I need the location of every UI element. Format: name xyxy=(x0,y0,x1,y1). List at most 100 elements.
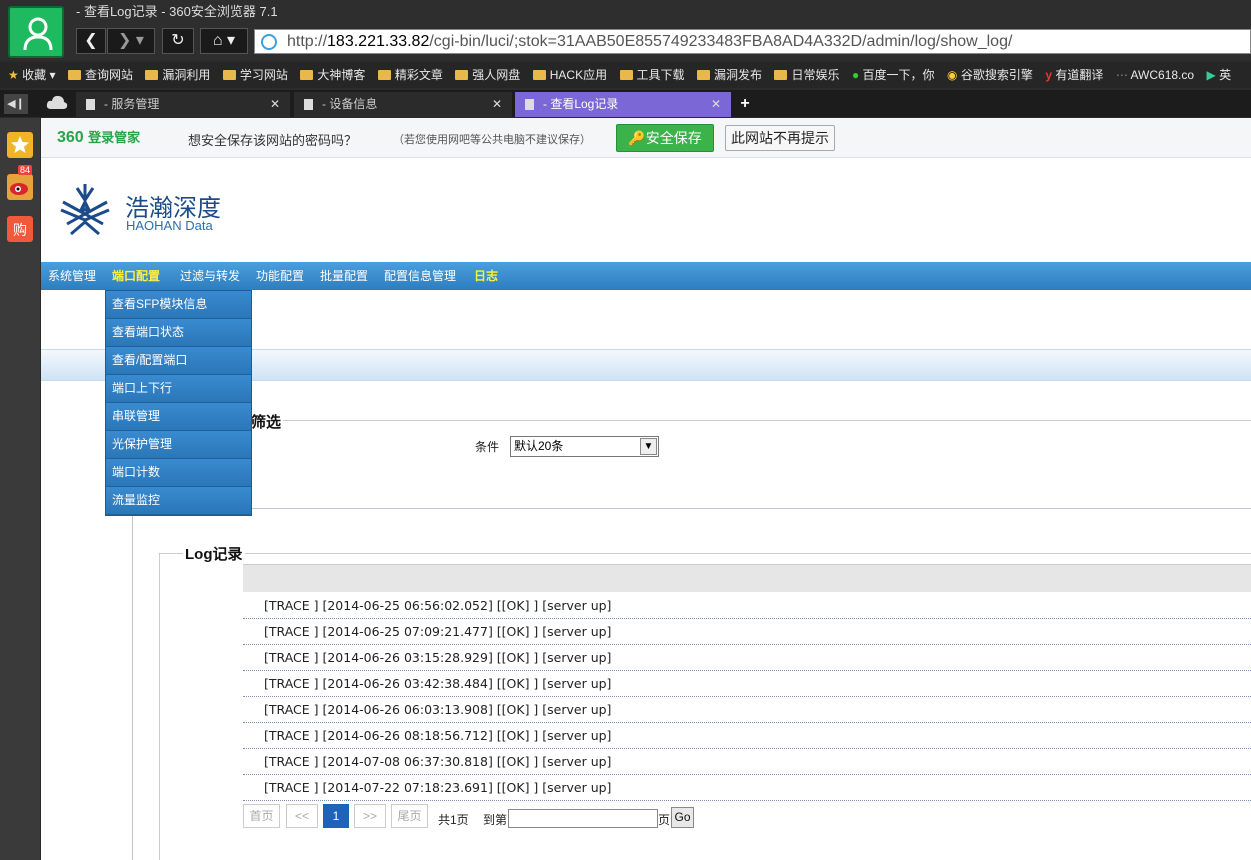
address-bar[interactable]: http://183.221.33.82/cgi-bin/luci/;stok=… xyxy=(254,29,1251,54)
folder-icon xyxy=(377,70,391,80)
filter-legend: 筛选 xyxy=(249,411,284,432)
next-page-button[interactable]: >> xyxy=(354,804,386,828)
bookmark-youdao[interactable]: y 有道翻译 xyxy=(1045,62,1103,88)
last-page-button[interactable]: 尾页 xyxy=(391,804,428,828)
tab-device-info[interactable]: - 设备信息 ✕ xyxy=(294,92,512,117)
star-icon: ★ xyxy=(8,68,19,82)
menu-function-config[interactable]: 功能配置 xyxy=(256,262,304,290)
bookmark-folder[interactable]: 大神博客 xyxy=(300,62,365,88)
close-tab-icon[interactable]: ✕ xyxy=(270,92,280,117)
document-icon xyxy=(525,99,534,110)
log-table-header xyxy=(243,564,1251,592)
bookmark-favorites[interactable]: ★ 收藏 ▾ xyxy=(8,62,55,88)
log-row: [TRACE ] [2014-06-26 03:42:38.484] [[OK]… xyxy=(243,671,1251,697)
haohan-logo-icon xyxy=(57,180,113,243)
bookmarks-bar: ★ 收藏 ▾ 查询网站 漏洞利用 学习网站 大神博客 精彩文章 强人网盘 HAC… xyxy=(0,62,1251,88)
dropdown-item-optical[interactable]: 光保护管理 xyxy=(106,431,251,459)
bookmark-folder[interactable]: 工具下载 xyxy=(619,62,685,88)
first-page-button[interactable]: 首页 xyxy=(243,804,280,828)
bookmark-folder[interactable]: 强人网盘 xyxy=(455,62,520,88)
user-avatar-icon[interactable] xyxy=(8,6,64,58)
dropdown-item-traffic[interactable]: 流量监控 xyxy=(106,487,251,515)
new-tab-button[interactable]: + xyxy=(734,92,756,117)
forward-button[interactable]: ❯ ▾ xyxy=(107,28,155,54)
log-row: [TRACE ] [2014-07-22 07:18:23.691] [[OK]… xyxy=(243,775,1251,801)
home-button[interactable]: ⌂ ▾ xyxy=(200,28,248,54)
goto-unit: 页 xyxy=(658,813,671,827)
plus-icon: + xyxy=(740,95,750,112)
bookmark-awc[interactable]: ⋯ AWC618.co xyxy=(1116,62,1194,88)
play-icon: ▶ xyxy=(1206,68,1216,82)
login-manager-brand: 360 登录管家 xyxy=(57,129,141,146)
never-remind-button[interactable]: 此网站不再提示 xyxy=(725,125,835,151)
bookmark-folder[interactable]: 漏洞发布 xyxy=(697,62,762,88)
dropdown-item-serial[interactable]: 串联管理 xyxy=(106,403,251,431)
folder-icon xyxy=(697,70,711,80)
goto-page-input[interactable] xyxy=(508,809,658,828)
prev-page-button[interactable]: << xyxy=(286,804,318,828)
browser-sidebar: 84 购 xyxy=(0,118,40,860)
bookmark-folder[interactable]: 学习网站 xyxy=(222,62,288,88)
menu-log[interactable]: 日志 xyxy=(474,262,498,290)
back-arrow-icon: ❮ xyxy=(84,32,98,49)
tab-show-log[interactable]: - 查看Log记录 ✕ xyxy=(515,92,731,117)
bookmark-en[interactable]: ▶ 英 xyxy=(1207,62,1232,88)
tab-service-management[interactable]: - 服务管理 ✕ xyxy=(76,92,290,117)
log-row: [TRACE ] [2014-07-08 06:37:30.818] [[OK]… xyxy=(243,749,1251,775)
back-button[interactable]: ❮ xyxy=(76,28,106,54)
site-info-icon[interactable] xyxy=(261,34,277,50)
current-page-button[interactable]: 1 xyxy=(323,804,349,828)
page-total: 共1页 xyxy=(438,813,469,827)
folder-icon xyxy=(300,70,314,80)
weibo-icon[interactable]: 84 xyxy=(7,165,33,200)
window-title: - 查看Log记录 - 360安全浏览器 7.1 xyxy=(76,4,278,19)
log-row: [TRACE ] [2014-06-26 08:18:56.712] [[OK]… xyxy=(243,723,1251,749)
awc-icon: ⋯ xyxy=(1115,68,1128,82)
password-save-question: 想安全保存该网站的密码吗？ xyxy=(188,133,358,148)
shopping-icon[interactable]: 购 xyxy=(7,216,33,242)
log-row: [TRACE ] [2014-06-26 03:15:28.929] [[OK]… xyxy=(243,645,1251,671)
menu-filter-forward[interactable]: 过滤与转发 xyxy=(180,262,240,290)
close-tab-icon[interactable]: ✕ xyxy=(492,92,502,117)
menu-system-management[interactable]: 系统管理 xyxy=(48,262,96,290)
dropdown-item-port-config[interactable]: 查看/配置端口 xyxy=(106,347,251,375)
browser-titlebar: - 查看Log记录 - 360安全浏览器 7.1 ❮ ❯ ▾ ↻ ⌂ ▾ htt… xyxy=(0,0,1251,60)
refresh-icon: ↻ xyxy=(171,32,185,49)
bookmark-folder[interactable]: 查询网站 xyxy=(67,62,133,88)
dropdown-item-sfp[interactable]: 查看SFP模块信息 xyxy=(106,291,251,319)
bookmark-folder[interactable]: 漏洞利用 xyxy=(145,62,210,88)
password-save-bar: 360 登录管家 想安全保存该网站的密码吗？ （若您使用网吧等公共电脑不建议保存… xyxy=(41,118,1251,158)
cloud-icon[interactable] xyxy=(46,94,68,112)
condition-select[interactable]: 默认20条 ▼ xyxy=(510,436,659,457)
save-password-button[interactable]: 🔑安全保存 xyxy=(616,124,714,152)
menu-config-info[interactable]: 配置信息管理 xyxy=(384,262,456,290)
divider xyxy=(132,508,1251,509)
bookmark-folder[interactable]: 日常娱乐 xyxy=(774,62,840,88)
dropdown-item-port-count[interactable]: 端口计数 xyxy=(106,459,251,487)
condition-label: 条件 xyxy=(475,440,500,454)
menu-port-config[interactable]: 端口配置 xyxy=(112,262,160,290)
main-menu: 系统管理 端口配置 过滤与转发 功能配置 批量配置 配置信息管理 日志 xyxy=(41,262,1251,290)
page-content: 360 登录管家 想安全保存该网站的密码吗？ （若您使用网吧等公共电脑不建议保存… xyxy=(41,118,1251,860)
key-icon: 🔑 xyxy=(628,130,646,146)
menu-batch-config[interactable]: 批量配置 xyxy=(320,262,368,290)
bookmark-folder[interactable]: HACK应用 xyxy=(532,62,607,88)
document-icon xyxy=(86,99,95,110)
go-button[interactable]: Go xyxy=(671,807,694,828)
dropdown-item-port-updown[interactable]: 端口上下行 xyxy=(106,375,251,403)
url-host: 183.221.33.82 xyxy=(327,33,430,50)
close-tab-icon[interactable]: ✕ xyxy=(711,92,721,117)
home-icon: ⌂ ▾ xyxy=(212,32,236,49)
url-path: /cgi-bin/luci/;stok=31AAB50E855749233483… xyxy=(429,33,1013,50)
bookmark-folder[interactable]: 精彩文章 xyxy=(377,62,443,88)
bookmark-google[interactable]: ◉ 谷歌搜索引擎 xyxy=(947,62,1033,88)
filter-fieldset xyxy=(141,420,1251,508)
favorites-star-icon[interactable] xyxy=(7,132,33,158)
refresh-button[interactable]: ↻ xyxy=(162,28,194,54)
sidebar-toggle-button[interactable]: ◀❙ xyxy=(4,94,28,114)
bookmark-baidu[interactable]: ● 百度一下，你 xyxy=(852,62,935,88)
log-legend: Log记录 xyxy=(183,543,245,564)
goto-label: 到第 xyxy=(483,813,508,827)
folder-icon xyxy=(532,70,546,80)
dropdown-item-port-status[interactable]: 查看端口状态 xyxy=(106,319,251,347)
